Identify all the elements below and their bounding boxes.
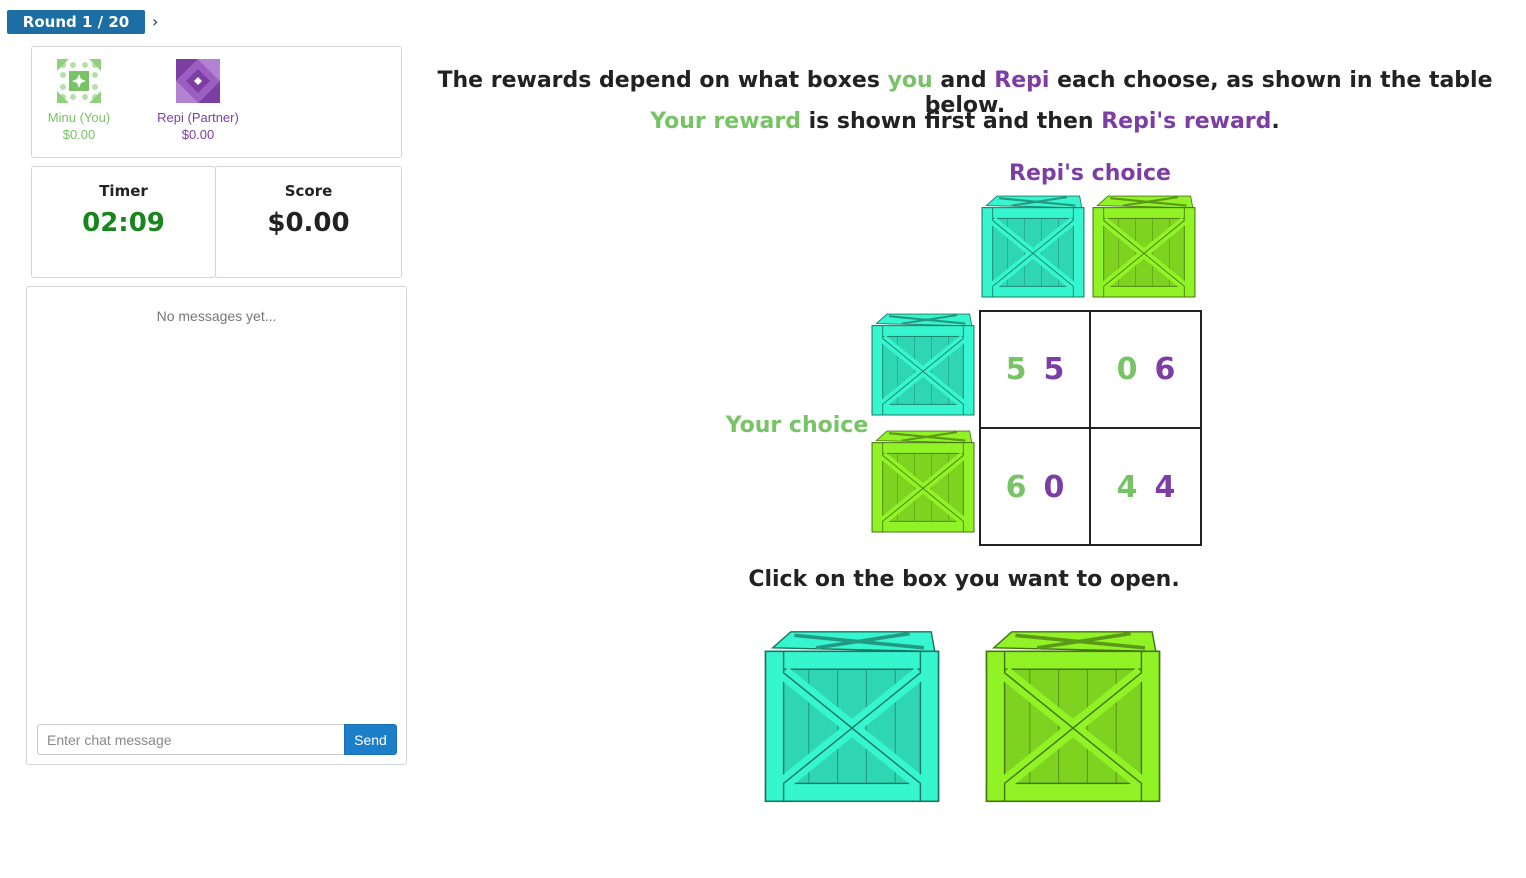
green-crate-button[interactable]: [983, 630, 1163, 803]
timer-value: 02:09: [82, 208, 165, 238]
chat-empty-message: No messages yet...: [156, 308, 277, 324]
player-repi: Repi (Partner) $0.00: [143, 59, 253, 143]
your-reward: 5: [1005, 352, 1027, 387]
instruction-line-2: Your reward is shown first and then Repi…: [410, 109, 1520, 134]
timer-panel: Timer 02:09: [31, 166, 216, 278]
your-reward-highlight: Your reward: [650, 109, 801, 134]
teal-crate-icon: [870, 313, 976, 416]
score-label: Score: [284, 182, 333, 200]
your-reward: 4: [1116, 470, 1138, 505]
player-score: $0.00: [181, 127, 215, 142]
score-panel: Score $0.00: [215, 166, 402, 278]
round-indicator: Round 1 / 20: [7, 10, 145, 34]
players-panel: Minu (You) $0.00 Repi (Partner) $0.00: [31, 46, 402, 158]
instruction-text: is shown first and then: [800, 109, 1102, 134]
player-minu: Minu (You) $0.00: [24, 59, 134, 143]
you-highlight: you: [887, 68, 933, 93]
payoff-cell: 0 6: [1091, 312, 1201, 429]
player-name: Minu (You): [47, 110, 111, 125]
your-choice-label: Your choice: [725, 413, 869, 438]
score-value: $0.00: [267, 208, 350, 238]
your-reward: 0: [1116, 352, 1138, 387]
repi-choice-label: Repi's choice: [1009, 161, 1171, 186]
green-pattern-avatar-icon: [57, 59, 101, 103]
repi-reward: 5: [1043, 352, 1065, 387]
your-reward: 6: [1005, 470, 1027, 505]
green-crate-icon: [870, 430, 976, 533]
payoff-cell: 4 4: [1091, 429, 1201, 546]
teal-crate-icon: [980, 195, 1086, 298]
chat-panel: No messages yet... Send: [26, 286, 407, 765]
payoff-cell: 6 0: [981, 429, 1091, 546]
purple-diamond-avatar-icon: [176, 59, 220, 103]
chat-input[interactable]: [37, 724, 345, 755]
instruction-text: The rewards depend on what boxes: [437, 68, 888, 93]
send-button[interactable]: Send: [344, 724, 397, 755]
instruction-text: .: [1271, 109, 1280, 134]
payoff-cell: 5 5: [981, 312, 1091, 429]
repi-highlight: Repi: [994, 68, 1050, 93]
repi-reward: 6: [1154, 352, 1176, 387]
repi-reward-highlight: Repi's reward: [1101, 109, 1272, 134]
timer-label: Timer: [99, 182, 148, 200]
payoff-table: 5 5 0 6 6 0 4 4: [979, 310, 1202, 546]
chevron-right-icon[interactable]: ›: [152, 12, 158, 31]
repi-reward: 4: [1154, 470, 1176, 505]
player-name: Repi (Partner): [157, 110, 239, 125]
teal-crate-button[interactable]: [762, 630, 942, 803]
repi-reward: 0: [1043, 470, 1065, 505]
click-instruction: Click on the box you want to open.: [748, 567, 1180, 592]
player-score: $0.00: [62, 127, 96, 142]
instruction-text: and: [932, 68, 995, 93]
green-crate-icon: [1091, 195, 1197, 298]
